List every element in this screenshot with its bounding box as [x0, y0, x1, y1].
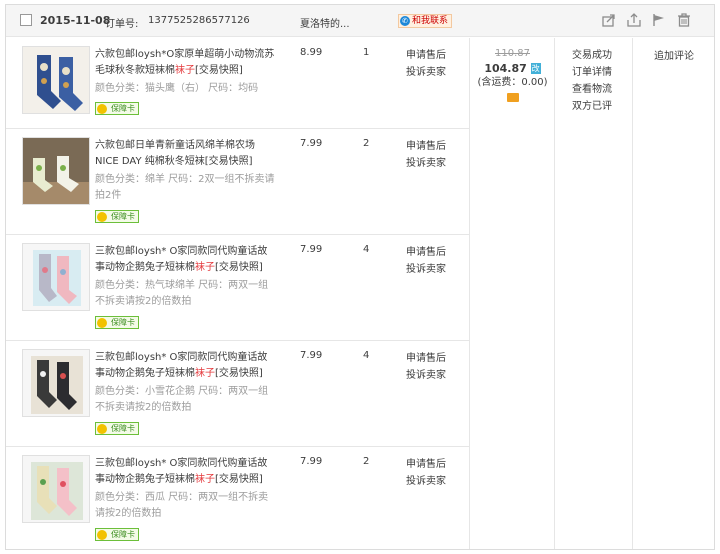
after-sale-link[interactable]: 申请售后 [406, 138, 446, 155]
product-title-link[interactable]: 六款包邮日单青新童话风绵羊棉农场NICE DAY 纯棉秋冬短袜[交易快照] [95, 138, 277, 170]
guarantee-icon [97, 318, 107, 328]
order-header: 2015-11-08 订单号: 1377525286577126 夏洛特的...… [6, 5, 714, 37]
column-divider [469, 38, 470, 549]
product-attributes: 颜色分类：绵羊 尺码：2双一组不拆卖请拍2件 [95, 174, 275, 201]
item-actions: 申请售后 投诉卖家 [406, 47, 446, 81]
order-status: 交易成功 订单详情 查看物流 双方已评 [572, 47, 612, 115]
product-title-link[interactable]: 三款包邮loysh* O家同款同代购童话故事动物企鹅兔子短袜棉袜子[交易快照] [95, 244, 277, 276]
quantity: 4 [363, 350, 370, 361]
order-item-row: 三款包邮loysh* O家同款同代购童话故事动物企鹅兔子短袜棉袜子[交易快照] … [6, 235, 469, 341]
product-title-link[interactable]: 三款包邮loysh* O家同款同代购童话故事动物企鹅兔子短袜棉袜子[交易快照] [95, 350, 277, 382]
order-item-row: 三款包邮loysh* O家同款同代购童话故事动物企鹅兔子短袜棉袜子[交易快照] … [6, 447, 469, 551]
product-attributes: 颜色分类：猫头鹰（右） 尺码：均码 [95, 83, 259, 94]
column-divider [632, 38, 633, 549]
guarantee-icon [97, 212, 107, 222]
column-divider [554, 38, 555, 549]
complain-seller-link[interactable]: 投诉卖家 [406, 64, 446, 81]
after-sale-link[interactable]: 申请售后 [406, 47, 446, 64]
guarantee-icon [97, 424, 107, 434]
product-thumbnail[interactable] [22, 137, 90, 205]
add-review-link[interactable]: 追加评论 [654, 47, 694, 62]
after-sale-link[interactable]: 申请售后 [406, 456, 446, 473]
after-sale-link[interactable]: 申请售后 [406, 350, 446, 367]
guarantee-badge[interactable]: 保障卡 [95, 316, 139, 329]
complain-seller-link[interactable]: 投诉卖家 [406, 155, 446, 172]
guarantee-badge[interactable]: 保障卡 [95, 528, 139, 541]
item-actions: 申请售后 投诉卖家 [406, 456, 446, 490]
guarantee-icon [97, 530, 107, 540]
unit-price: 7.99 [300, 138, 323, 149]
order-number-label: 订单号: [105, 19, 139, 30]
contact-seller-button[interactable]: ✆ 和我联系 [398, 14, 453, 28]
complain-seller-link[interactable]: 投诉卖家 [406, 261, 446, 278]
chat-icon: ✆ [400, 16, 410, 26]
rated-status: 双方已评 [572, 101, 612, 112]
paid-total: 104.87 改 [484, 62, 541, 75]
complain-seller-link[interactable]: 投诉卖家 [406, 473, 446, 490]
shop-name-link[interactable]: 夏洛特的... [300, 15, 350, 30]
product-title-link[interactable]: 六款包邮loysh*O家原单超萌小动物流苏毛球秋冬款短袜棉袜子[交易快照] [95, 47, 277, 79]
guarantee-icon [97, 104, 107, 114]
order-detail-link[interactable]: 订单详情 [572, 64, 612, 81]
trash-icon[interactable] [677, 13, 691, 27]
product-attributes: 颜色分类：小雪花企鹅 尺码：两双一组不拆卖请按2的倍数拍 [95, 386, 269, 413]
product-attributes: 颜色分类：西瓜 尺码：两双一组不拆卖请按2的倍数拍 [95, 492, 269, 519]
price-changed-tag: 改 [530, 63, 541, 74]
order-date: 2015-11-08 [40, 14, 111, 27]
product-thumbnail[interactable] [22, 46, 90, 114]
quantity: 4 [363, 244, 370, 255]
quantity: 2 [363, 456, 370, 467]
order-item-row: 六款包邮日单青新童话风绵羊棉农场NICE DAY 纯棉秋冬短袜[交易快照] 颜色… [6, 129, 469, 235]
trade-status: 交易成功 [572, 50, 612, 61]
payment-card-icon [506, 93, 519, 102]
after-sale-link[interactable]: 申请售后 [406, 244, 446, 261]
guarantee-badge[interactable]: 保障卡 [95, 102, 139, 115]
item-actions: 申请售后 投诉卖家 [406, 244, 446, 278]
guarantee-badge[interactable]: 保障卡 [95, 210, 139, 223]
product-thumbnail[interactable] [22, 455, 90, 523]
unit-price: 7.99 [300, 350, 323, 361]
product-thumbnail[interactable] [22, 243, 90, 311]
unit-price: 7.99 [300, 244, 323, 255]
order-number: 1377525286577126 [148, 15, 250, 26]
guarantee-badge[interactable]: 保障卡 [95, 422, 139, 435]
quantity: 1 [363, 47, 370, 58]
upload-icon[interactable] [627, 13, 641, 27]
unit-price: 8.99 [300, 47, 323, 58]
product-thumbnail[interactable] [22, 349, 90, 417]
shipping-fee: (含运费：0.00) [477, 77, 548, 88]
quantity: 2 [363, 138, 370, 149]
order-card: 2015-11-08 订单号: 1377525286577126 夏洛特的...… [5, 4, 715, 550]
flag-icon[interactable] [652, 13, 666, 27]
original-total: 110.87 [495, 48, 530, 59]
product-title-link[interactable]: 三款包邮loysh* O家同款同代购童话故事动物企鹅兔子短袜棉袜子[交易快照] [95, 456, 277, 488]
unit-price: 7.99 [300, 456, 323, 467]
contact-seller-label: 和我联系 [412, 16, 449, 26]
product-attributes: 颜色分类：热气球绵羊 尺码：两双一组不拆卖请按2的倍数拍 [95, 280, 269, 307]
share-icon[interactable] [602, 13, 616, 27]
order-item-row: 六款包邮loysh*O家原单超萌小动物流苏毛球秋冬款短袜棉袜子[交易快照] 颜色… [6, 38, 469, 129]
order-total: 110.87 104.87 改 (含运费：0.00) [472, 47, 553, 102]
order-item-row: 三款包邮loysh* O家同款同代购童话故事动物企鹅兔子短袜棉袜子[交易快照] … [6, 341, 469, 447]
complain-seller-link[interactable]: 投诉卖家 [406, 367, 446, 384]
order-checkbox[interactable] [20, 14, 32, 26]
view-logistics-link[interactable]: 查看物流 [572, 81, 612, 98]
item-actions: 申请售后 投诉卖家 [406, 138, 446, 172]
item-actions: 申请售后 投诉卖家 [406, 350, 446, 384]
